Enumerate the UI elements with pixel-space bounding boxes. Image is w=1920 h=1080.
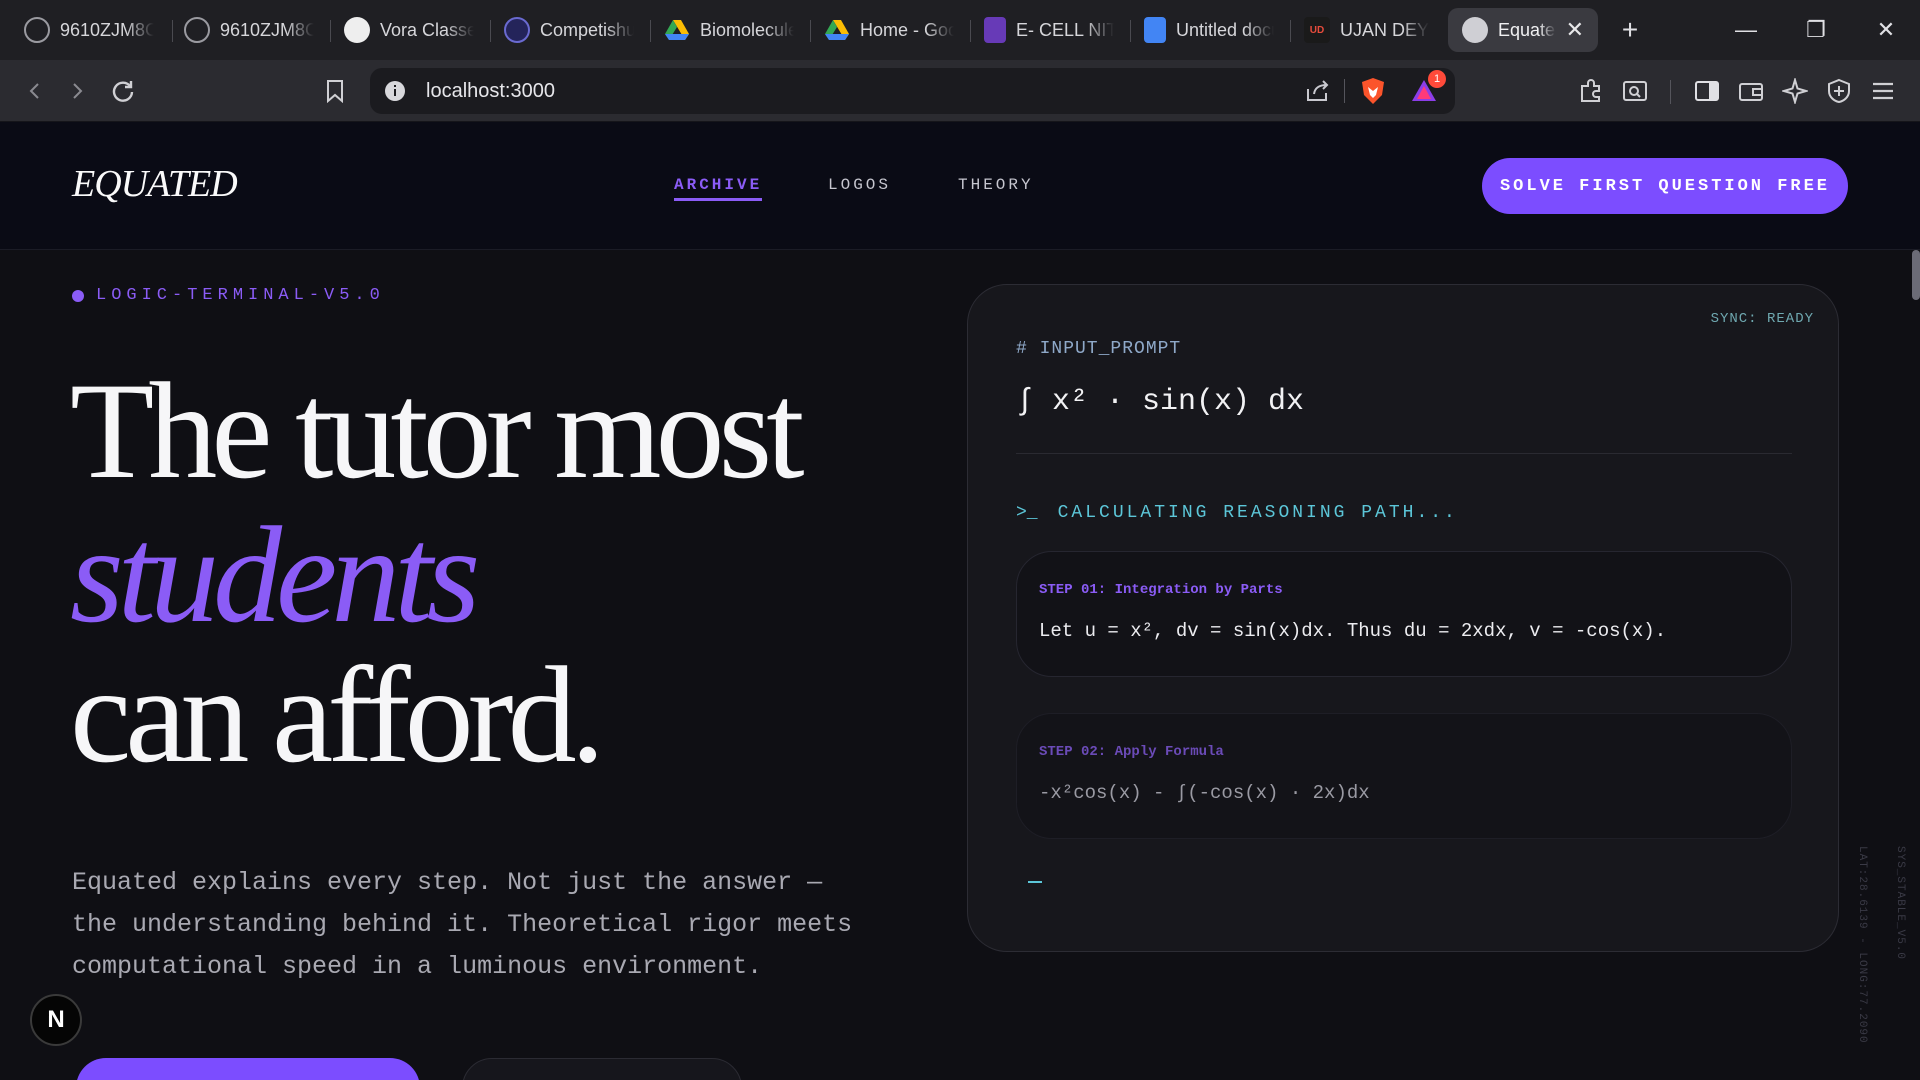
tab[interactable]: Competishun <box>490 8 648 52</box>
version-badge: LOGIC-TERMINAL-V5.0 <box>72 286 385 305</box>
nextjs-dev-badge[interactable]: N <box>30 994 82 1046</box>
page-search-button[interactable] <box>1614 70 1656 112</box>
wallet-button[interactable] <box>1730 70 1772 112</box>
step-title: STEP 01: Integration by Parts <box>1039 582 1283 598</box>
bookmark-button[interactable] <box>314 70 356 112</box>
version-badge-label: LOGIC-TERMINAL-V5.0 <box>96 286 385 305</box>
sparkle-icon <box>1782 78 1808 104</box>
step-title: STEP 02: Apply Formula <box>1039 744 1224 760</box>
back-button[interactable] <box>14 70 56 112</box>
vpn-button[interactable] <box>1818 70 1860 112</box>
forward-button[interactable] <box>56 70 98 112</box>
status-dot-icon <box>72 289 84 302</box>
tab[interactable]: Biomolecules <box>650 8 808 52</box>
hero-primary-button[interactable] <box>76 1058 420 1080</box>
google-drive-icon <box>664 17 690 43</box>
globe-icon <box>184 17 210 43</box>
toolbar-divider <box>1670 80 1671 104</box>
browser-toolbar: localhost:3000 1 <box>0 60 1920 122</box>
new-tab-button[interactable]: + <box>1608 10 1652 50</box>
solve-first-question-button[interactable]: SOLVE FIRST QUESTION FREE <box>1482 158 1848 214</box>
step-body: Let u = x², dv = sin(x)dx. Thus du = 2xd… <box>1039 620 1667 642</box>
tab-active[interactable]: Equated ✕ <box>1448 8 1598 52</box>
nav-link-logos[interactable]: LOGOS <box>828 176 891 194</box>
tab[interactable]: Untitled document <box>1130 8 1288 52</box>
site-info-icon[interactable] <box>384 80 406 107</box>
page-scrollbar[interactable] <box>1912 250 1920 300</box>
web-page: EQUATED ARCHIVE LOGOS THEORY SOLVE FIRST… <box>0 122 1920 1080</box>
back-arrow-icon <box>29 83 39 99</box>
sidebar-icon <box>1695 81 1719 101</box>
hero-headline-line-3: can afford. <box>70 638 605 791</box>
hamburger-menu-icon <box>1873 82 1893 100</box>
extensions-button[interactable] <box>1570 70 1612 112</box>
address-bar[interactable]: localhost:3000 1 <box>370 68 1455 114</box>
wallet-icon <box>1739 83 1763 101</box>
tab[interactable]: 9610ZJM8C <box>170 8 328 52</box>
shield-icon <box>1828 78 1850 104</box>
docs-icon <box>1144 17 1166 43</box>
address-divider <box>1344 79 1345 103</box>
site-logo[interactable]: EQUATED <box>72 162 238 206</box>
system-status-readout: SYS_STABLE_V5.0 <box>1894 846 1906 961</box>
sync-status: SYNC: READY <box>1710 311 1814 327</box>
address-url[interactable]: localhost:3000 <box>426 80 555 103</box>
share-icon[interactable] <box>1305 79 1331 108</box>
coordinates-readout: LAT:28.6139 - LONG:77.2090 <box>1856 846 1868 1044</box>
hero-description: Equated explains every step. Not just th… <box>72 868 853 981</box>
minimize-button[interactable]: — <box>1724 10 1768 50</box>
forward-arrow-icon <box>73 83 83 99</box>
brave-shields-icon[interactable] <box>1360 77 1386 110</box>
input-formula: ∫ x² · sin(x) dx <box>1016 385 1305 419</box>
page-search-icon <box>1623 81 1647 101</box>
solution-step: STEP 02: Apply Formula -x²cos(x) - ∫(-co… <box>1016 713 1792 839</box>
site-navbar: EQUATED ARCHIVE LOGOS THEORY SOLVE FIRST… <box>0 122 1920 250</box>
rewards-count-badge: 1 <box>1428 70 1446 88</box>
nav-link-archive[interactable]: ARCHIVE <box>674 176 763 201</box>
calculating-status: >_ CALCULATING REASONING PATH... <box>1016 503 1458 523</box>
terminal-prompt-icon: >_ <box>1016 503 1038 523</box>
hero-headline-line-2: students <box>70 498 480 651</box>
terminal-cursor <box>1028 881 1042 883</box>
menu-button[interactable] <box>1862 70 1904 112</box>
sidebar-button[interactable] <box>1686 70 1728 112</box>
close-window-button[interactable]: ✕ <box>1864 10 1908 50</box>
hero-headline-line-1: The tutor most <box>70 354 805 507</box>
tab[interactable]: 9610ZJM8C <box>10 8 168 52</box>
input-prompt-label: # INPUT_PROMPT <box>1016 339 1182 359</box>
ud-icon: UD <box>1304 17 1330 43</box>
close-tab-icon[interactable]: ✕ <box>1566 17 1584 43</box>
reload-button[interactable] <box>102 70 144 112</box>
vora-icon <box>344 17 370 43</box>
tab[interactable]: E- CELL NIT <box>970 8 1128 52</box>
globe-icon <box>1462 17 1488 43</box>
hero-secondary-button[interactable] <box>462 1058 742 1080</box>
forms-icon <box>984 17 1006 43</box>
leo-ai-button[interactable] <box>1774 70 1816 112</box>
google-drive-icon <box>824 17 850 43</box>
logic-terminal-panel: SYNC: READY # INPUT_PROMPT ∫ x² · sin(x)… <box>967 284 1839 952</box>
globe-icon <box>24 17 50 43</box>
solution-step: STEP 01: Integration by Parts Let u = x²… <box>1016 551 1792 677</box>
restore-button[interactable]: ❐ <box>1794 10 1838 50</box>
calculating-status-label: CALCULATING REASONING PATH... <box>1057 503 1458 523</box>
reload-icon <box>112 81 134 102</box>
browser-tab-bar: 9610ZJM8C 9610ZJM8C Vora Classes Competi… <box>0 0 1920 60</box>
puzzle-icon <box>1581 79 1600 102</box>
tab[interactable]: Home - Google Drive <box>810 8 968 52</box>
competishun-icon <box>504 17 530 43</box>
panel-divider <box>1016 453 1792 454</box>
tab[interactable]: Vora Classes <box>330 8 488 52</box>
step-body: -x²cos(x) - ∫(-cos(x) · 2x)dx <box>1039 782 1370 804</box>
bookmark-icon <box>327 80 343 103</box>
tab[interactable]: UD UJAN DEY <box>1290 8 1448 52</box>
nav-link-theory[interactable]: THEORY <box>958 176 1034 194</box>
